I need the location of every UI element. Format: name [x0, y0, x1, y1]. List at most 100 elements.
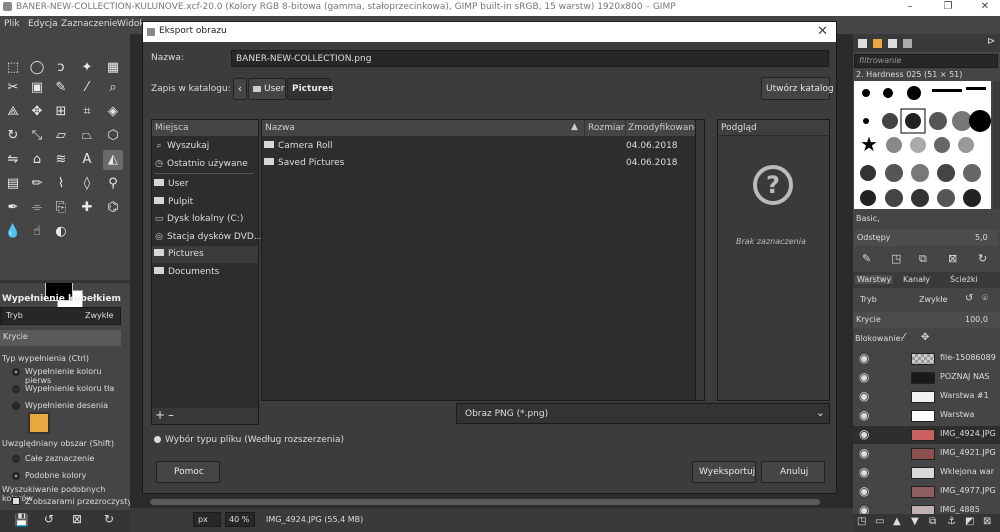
filter-input[interactable]: filtrowanie	[854, 54, 998, 68]
clone-icon[interactable]: ⎘	[51, 198, 71, 218]
place-local-disk[interactable]: ▭ Dysk lokalny (C:)	[154, 214, 244, 224]
layer-mask-icon[interactable]: ◩	[965, 516, 974, 527]
area-whole-radio[interactable]	[12, 455, 20, 463]
tab-layers[interactable]: Warstwy	[855, 275, 894, 284]
lock-position-icon[interactable]: ✥	[921, 332, 929, 343]
fuzzy-select-icon[interactable]: ✦	[77, 58, 97, 78]
reset-icon[interactable]: ↻	[104, 512, 114, 526]
layer-row[interactable]: ◉ POZNAJ NAS	[853, 369, 1000, 387]
document-tab-icon[interactable]	[903, 39, 912, 48]
column-modified[interactable]: Zmodyfikowano	[628, 123, 700, 133]
flip-icon[interactable]: ⇋	[3, 150, 23, 170]
crop-icon[interactable]: ⌗	[77, 102, 97, 122]
menu-select[interactable]: Zaznaczenie	[61, 19, 118, 29]
mode-select[interactable]: Tryb Zwykłe	[0, 307, 121, 325]
pencil-icon[interactable]: ✏	[27, 174, 47, 194]
smudge-icon[interactable]: ☝	[27, 222, 47, 242]
duplicate-layer-icon[interactable]: ⧉	[929, 516, 936, 527]
edit-brush-icon[interactable]: ✎	[862, 252, 871, 265]
layer-row[interactable]: ◉ IMG_4921.JPG	[853, 445, 1000, 463]
lower-layer-icon[interactable]: ▼	[911, 516, 919, 527]
path-back-button[interactable]: ‹	[233, 78, 247, 100]
paintbrush-icon[interactable]: ⌇	[51, 174, 71, 194]
layer-row[interactable]: ◉ file-15086089	[853, 350, 1000, 368]
raise-layer-icon[interactable]: ▲	[893, 516, 901, 527]
visibility-eye-icon[interactable]: ◉	[859, 408, 869, 422]
unified-transform-icon[interactable]: ◈	[103, 102, 123, 122]
visibility-eye-icon[interactable]: ◉	[859, 484, 869, 498]
align-icon[interactable]: ⊞	[51, 102, 71, 122]
shear-icon[interactable]: ▱	[51, 126, 71, 146]
layer-opacity-slider[interactable]: Krycie 100,0	[853, 312, 1000, 328]
select-type-expander[interactable]: Wybór typu pliku (Według rozszerzenia)	[165, 435, 344, 445]
measure-icon[interactable]: ⟁	[3, 102, 23, 122]
delete-brush-icon[interactable]: ⊠	[948, 252, 957, 265]
scale-icon[interactable]: ⤡	[27, 126, 47, 146]
fonts-tab-icon[interactable]	[888, 39, 897, 48]
color-select-icon[interactable]: ▦	[103, 58, 123, 78]
expander-bullet-icon[interactable]	[154, 436, 161, 443]
filename-input[interactable]: BANER-NEW-COLLECTION.png	[231, 50, 829, 67]
tab-paths[interactable]: Ścieżki	[950, 275, 978, 284]
refresh-brushes-icon[interactable]: ↻	[978, 252, 987, 265]
transparent-checkbox[interactable]	[12, 497, 20, 505]
dock-menu-icon[interactable]: ⊳	[987, 36, 995, 47]
column-name[interactable]: Nazwa	[265, 123, 295, 133]
place-recent[interactable]: ◷ Ostatnio używane	[154, 159, 248, 169]
horizontal-scrollbar[interactable]	[130, 496, 853, 508]
scissors-icon[interactable]: ✂	[3, 78, 23, 98]
spacing-slider[interactable]: Odstępy 5,0	[854, 230, 998, 246]
visibility-eye-icon[interactable]: ◉	[859, 465, 869, 479]
cancel-button[interactable]: Anuluj	[761, 461, 825, 483]
move-icon[interactable]: ✥	[27, 102, 47, 122]
blur-icon[interactable]: 💧	[3, 222, 23, 242]
fill-pattern-radio[interactable]	[12, 402, 20, 410]
airbrush-icon[interactable]: ⚲	[103, 174, 123, 194]
brush-scrollbar[interactable]	[993, 81, 1000, 209]
foreground-select-icon[interactable]: ▣	[27, 78, 47, 98]
mode-options-icon[interactable]: ⌾	[982, 293, 988, 304]
place-documents[interactable]: Documents	[154, 267, 219, 277]
place-user[interactable]: User	[154, 179, 189, 189]
layer-mode-value[interactable]: Zwykłe	[919, 295, 948, 304]
delete-icon[interactable]: ⊠	[72, 512, 82, 526]
text-icon[interactable]: A	[77, 150, 97, 170]
delete-layer-icon[interactable]: ⊠	[983, 516, 991, 527]
new-group-icon[interactable]: ▭	[875, 516, 884, 527]
place-desktop[interactable]: Pulpit	[154, 197, 193, 207]
tab-channels[interactable]: Kanały	[903, 275, 930, 284]
create-folder-button[interactable]: Utwórz katalog	[761, 77, 834, 100]
scrollbar-thumb[interactable]	[150, 499, 820, 505]
export-button[interactable]: Wyeksportuj	[692, 461, 756, 483]
menu-file[interactable]: Plik	[4, 19, 20, 29]
paths-icon[interactable]: ✎	[51, 78, 71, 98]
layer-row[interactable]: ◉ IMG_4977.JPG	[853, 483, 1000, 501]
file-type-select[interactable]: Obraz PNG (*.png) ⌄	[456, 403, 830, 424]
restore-icon[interactable]: ↺	[44, 512, 54, 526]
minimize-button[interactable]: –	[900, 1, 920, 15]
new-layer-icon[interactable]: ◳	[857, 516, 866, 527]
menu-edit[interactable]: Edycja	[28, 19, 58, 29]
visibility-eye-icon[interactable]: ◉	[859, 427, 869, 441]
ink-icon[interactable]: ✒	[3, 198, 23, 218]
mode-reset-icon[interactable]: ↺	[965, 293, 973, 304]
path-user-button[interactable]: User	[248, 78, 286, 100]
lock-pixels-icon[interactable]: ⁄	[903, 332, 905, 343]
place-search[interactable]: ⌕ Wyszukaj	[154, 141, 209, 151]
layer-row[interactable]: ◉ Warstwa #1	[853, 388, 1000, 406]
visibility-eye-icon[interactable]: ◉	[859, 351, 869, 365]
patterns-tab-icon[interactable]	[873, 39, 882, 48]
lasso-icon[interactable]: ↄ	[51, 58, 71, 78]
fill-bg-radio[interactable]	[12, 385, 20, 393]
sort-ascending-icon[interactable]: ▲	[571, 122, 578, 132]
files-scrollbar[interactable]	[695, 119, 705, 401]
visibility-eye-icon[interactable]: ◉	[859, 389, 869, 403]
cage-icon[interactable]: ⌂	[27, 150, 47, 170]
brushes-tab-icon[interactable]	[858, 39, 867, 48]
rect-select-icon[interactable]: ⬚	[3, 58, 23, 78]
file-row[interactable]: Saved Pictures 04.06.2018	[264, 158, 704, 168]
dodge-burn-icon[interactable]: ◐	[51, 222, 71, 242]
column-size[interactable]: Rozmiar	[588, 123, 625, 133]
path-pictures-button[interactable]: Pictures	[287, 78, 334, 100]
heal-icon[interactable]: ✚	[77, 198, 97, 218]
